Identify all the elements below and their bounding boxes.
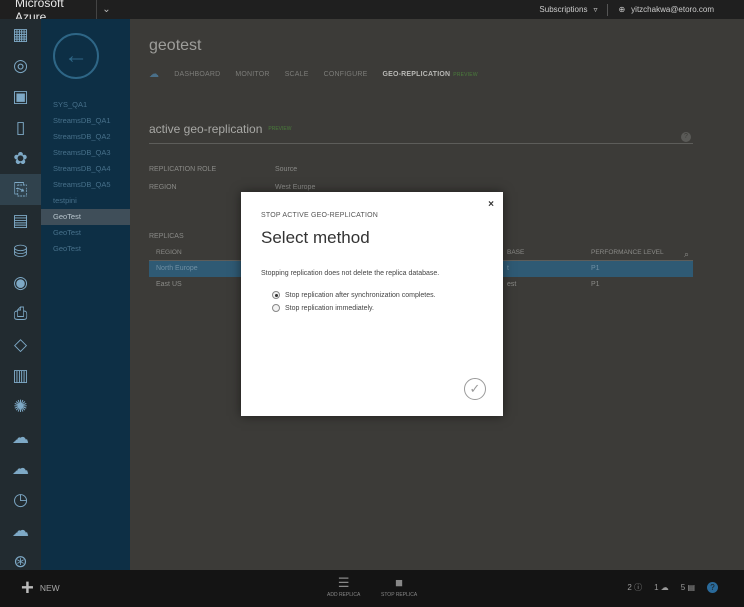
cell-perf: P1 [591,281,600,288]
dialog-eyebrow: STOP ACTIVE GEO-REPLICATION [261,212,379,219]
resource-list-item[interactable]: StreamsDB_QA4 [41,161,130,177]
page-title: geotest [149,37,202,54]
cell-perf: P1 [591,265,600,272]
cloud-services-icon[interactable]: ✿ [0,143,41,174]
tab-dashboard[interactable]: DASHBOARD [174,71,220,78]
close-icon[interactable]: × [488,199,494,210]
cell-region: North Europe [156,265,198,272]
resource-list-item[interactable]: StreamsDB_QA2 [41,129,130,145]
stop-replication-dialog: × STOP ACTIVE GEO-REPLICATION Select met… [241,192,503,416]
stop-icon: ■ [395,575,404,590]
help-icon[interactable]: ? [707,582,718,593]
tab-scale[interactable]: SCALE [285,71,309,78]
cell-base: est [507,281,517,288]
column-header-region[interactable]: REGION [156,249,182,256]
column-header-base[interactable]: BASE [507,249,524,256]
command-bar: + NEW ☰ ADD REPLICA ■ STOP REPLICA 2 ⓘ 1… [0,570,744,607]
top-bar-right: Subscriptions ▿ ⊕ yitzchakwa@etoro.com [539,3,744,16]
replication-role-label: REPLICATION ROLE [149,166,217,173]
subscriptions-link[interactable]: Subscriptions [539,5,587,14]
top-bar: Microsoft Azure ⌄ Subscriptions ▿ ⊕ yitz… [0,0,744,24]
cell-region: East US [156,281,182,288]
cell-base: t [507,265,509,272]
cache-icon[interactable]: ▥ [0,360,41,391]
resource-list-item[interactable]: GeoTest [41,209,130,225]
activity-status[interactable]: 5 ▤ [681,583,695,592]
resource-list-item[interactable]: SYS_QA1 [41,97,130,113]
tab-geo-replication[interactable]: GEO-REPLICATION [382,71,450,78]
resource-list-item[interactable]: GeoTest [41,225,130,241]
replication-role-value: Source [275,166,298,173]
globe-icon[interactable]: ⊕ [618,5,625,14]
plus-icon: + [21,575,34,600]
service-bus-icon[interactable]: ⎙ [0,298,41,329]
cdn-icon[interactable]: ☁ [0,453,41,484]
operations-status[interactable]: 1 ☁ [654,583,669,592]
sql-databases-icon[interactable]: ⎘ [0,174,41,205]
radio-label: Stop replication after synchronization c… [285,291,436,299]
replicas-label: REPLICAS [149,233,184,240]
help-icon[interactable]: ? [681,132,691,142]
resource-list-item[interactable]: StreamsDB_QA1 [41,113,130,129]
resource-list: SYS_QA1 StreamsDB_QA1 StreamsDB_QA2 Streams… [41,97,130,257]
mobile-services-icon[interactable]: ▯ [0,112,41,143]
dialog-heading: Select method [261,228,370,247]
notifications-status[interactable]: 2 ⓘ [627,582,642,593]
radio-button[interactable] [272,304,280,312]
all-items-icon[interactable]: ▦ [0,19,41,50]
resource-list-item[interactable]: GeoTest [41,241,130,257]
radio-option[interactable]: Stop replication immediately. [272,304,374,312]
radio-option[interactable]: Stop replication after synchronization c… [272,291,436,299]
column-header-performance-level[interactable]: PERFORMANCE LEVEL [591,249,664,256]
filter-icon[interactable]: ▿ [593,5,597,14]
recovery-services-icon[interactable]: ☁ [0,422,41,453]
visual-studio-icon[interactable]: ◇ [0,329,41,360]
resource-list-panel: ← SYS_QA1 StreamsDB_QA1 StreamsDB_QA2 Strea… [41,19,130,570]
add-replica-button[interactable]: ☰ ADD REPLICA [327,576,360,598]
divider [607,3,609,16]
chevron-down-icon[interactable]: ⌄ [96,0,116,19]
websites-icon[interactable]: ◎ [0,50,41,81]
automation-icon[interactable]: ◷ [0,484,41,515]
tab-monitor[interactable]: MONITOR [235,71,269,78]
service-rail: ▦ ◎ ▣ ▯ ✿ ⎘ ▤ ⛁ ◉ ⎙ ◇ ▥ ✺ ☁ ☁ ◷ ☁ ⊛ [0,19,41,571]
tab-bar: ☁ DASHBOARD MONITOR SCALE CONFIGURE GEO-REPL… [149,69,478,80]
tab-configure[interactable]: CONFIGURE [324,71,368,78]
radio-button[interactable] [272,291,280,299]
virtual-machines-icon[interactable]: ▣ [0,81,41,112]
hdinsight-icon[interactable]: ⛁ [0,236,41,267]
resource-list-item[interactable]: testpini [41,193,130,209]
dialog-note: Stopping replication does not delete the… [261,270,440,277]
cloud-icon: ☁ [149,69,160,80]
preview-badge: PREVIEW [453,71,478,78]
section-title-text: active geo-replication [149,122,263,136]
new-button[interactable]: + NEW [21,575,60,600]
region-value: West Europe [275,184,316,191]
back-arrow-icon[interactable]: ← [53,33,99,79]
storage-icon[interactable]: ▤ [0,205,41,236]
section-title: active geo-replication PREVIEW [149,122,291,136]
media-services-icon[interactable]: ◉ [0,267,41,298]
preview-badge: PREVIEW [268,126,292,132]
scheduler-icon[interactable]: ☁ [0,515,41,546]
search-icon[interactable]: ⌕ [684,249,689,260]
user-account[interactable]: yitzchakwa@etoro.com [631,5,714,14]
list-icon: ☰ [337,575,350,590]
stop-replica-button[interactable]: ■ STOP REPLICA [381,576,417,598]
stop-replica-label: STOP REPLICA [381,592,418,598]
biztalk-icon[interactable]: ✺ [0,391,41,422]
divider [149,143,693,144]
status-area: 2 ⓘ 1 ☁ 5 ▤ ? [627,582,718,593]
resource-list-item[interactable]: StreamsDB_QA5 [41,177,130,193]
resource-list-item[interactable]: StreamsDB_QA3 [41,145,130,161]
add-replica-label: ADD REPLICA [327,592,361,598]
region-label: REGION [149,184,177,191]
new-label: NEW [39,583,60,593]
confirm-button[interactable]: ✓ [464,378,486,400]
radio-label: Stop replication immediately. [285,304,374,312]
